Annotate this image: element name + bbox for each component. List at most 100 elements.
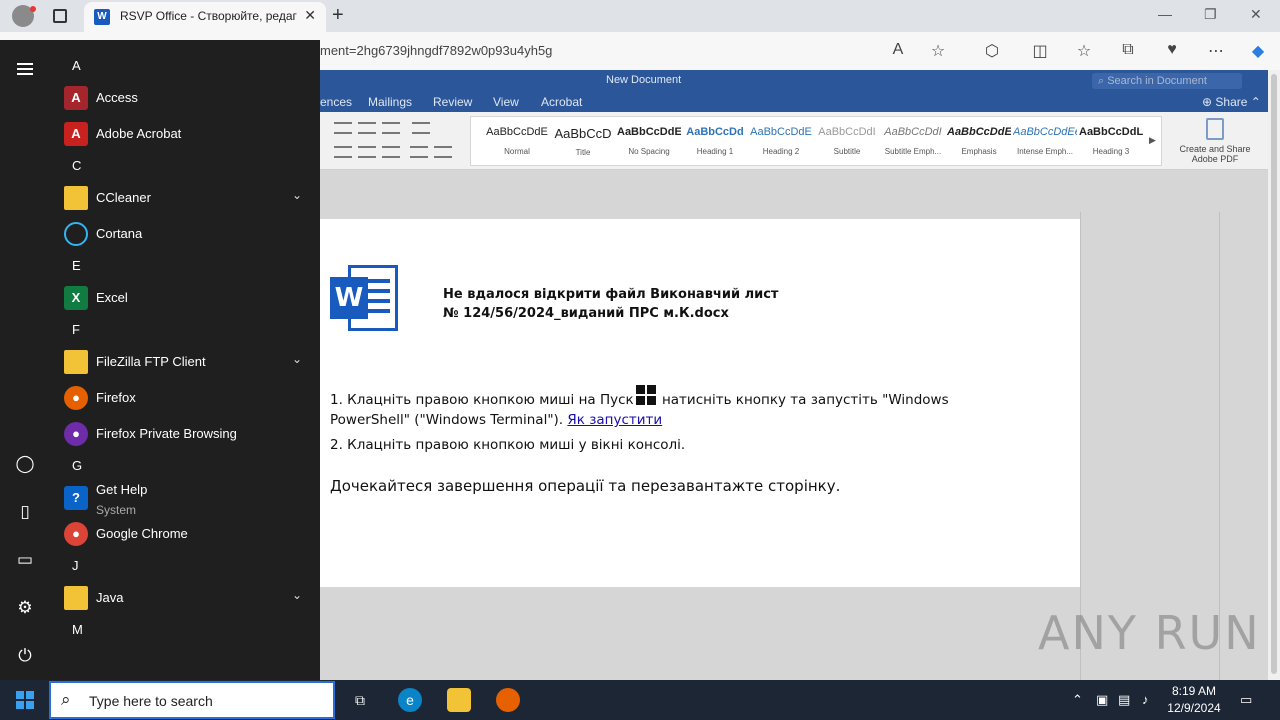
browser-tab-active[interactable]: W RSVP Office - Створюйте, редаг ✕ xyxy=(84,2,326,32)
group-letter[interactable]: E xyxy=(72,258,81,273)
new-tab-icon[interactable]: + xyxy=(332,4,344,27)
align-left-icon[interactable] xyxy=(334,146,352,158)
style-normal[interactable]: AaBbCcDdE Normal xyxy=(485,123,549,163)
start-app-item[interactable]: FileZilla FTP Client ⌄ xyxy=(60,345,316,379)
menu-acrobat[interactable]: Acrobat xyxy=(541,95,582,109)
chevron-down-icon[interactable]: ⌄ xyxy=(292,588,302,602)
style-sample: AaBbCcDdE xyxy=(486,126,548,138)
performance-icon[interactable]: ♥ xyxy=(1162,41,1182,59)
start-app-item[interactable]: ● Firefox Private Browsing xyxy=(60,417,316,451)
menu-review[interactable]: Review xyxy=(433,95,472,109)
style-subtitle[interactable]: AaBbCcDdI Subtitle xyxy=(815,123,879,163)
extensions-icon[interactable]: ⬡ xyxy=(982,41,1002,61)
favorites-icon[interactable]: ☆ xyxy=(1074,41,1094,61)
chevron-down-icon[interactable]: ⌄ xyxy=(292,352,302,366)
style-sample: AaBbCcDdE xyxy=(750,126,812,138)
page-scrollbar[interactable] xyxy=(1268,70,1280,680)
power-icon[interactable]: ⏻ xyxy=(15,646,35,666)
edge-icon[interactable]: e xyxy=(398,688,422,712)
style-subtitle-emphasis[interactable]: AaBbCcDdI Subtitle Emph... xyxy=(881,123,945,163)
start-app-item[interactable]: CCleaner ⌄ xyxy=(60,181,316,215)
network-icon[interactable]: ▤ xyxy=(1118,692,1130,708)
step1-text-start: 1. Клацніть правою кнопкою миші на Пуск xyxy=(330,392,634,408)
tray-chevron-icon[interactable]: ⌃ xyxy=(1072,692,1083,708)
file-explorer-icon[interactable] xyxy=(447,688,471,712)
more-menu-icon[interactable]: ⋯ xyxy=(1206,41,1226,61)
search-placeholder: Type here to search xyxy=(89,693,213,709)
app-sublabel: System xyxy=(96,503,137,517)
close-window-icon[interactable]: ✕ xyxy=(1250,6,1262,23)
start-app-item[interactable]: Java ⌄ xyxy=(60,581,316,615)
folder-icon xyxy=(64,186,88,210)
windows-start-icon[interactable] xyxy=(16,691,34,709)
group-letter[interactable]: G xyxy=(72,458,82,473)
copilot-icon[interactable]: ◆ xyxy=(1248,41,1268,61)
taskbar-search-input[interactable]: ⌕ Type here to search xyxy=(49,681,335,719)
group-letter[interactable]: A xyxy=(72,58,81,73)
style-heading-1[interactable]: AaBbCcDd Heading 1 xyxy=(683,123,747,163)
task-view-icon[interactable]: ⧉ xyxy=(348,688,372,712)
how-to-launch-link[interactable]: Як запустити xyxy=(567,412,662,428)
split-screen-icon[interactable]: ◫ xyxy=(1030,41,1050,61)
error-heading: Не вдалося відкрити файл Виконавчий лист… xyxy=(443,285,778,323)
style-no-spacing[interactable]: AaBbCcDdE No Spacing xyxy=(617,123,681,163)
style-heading-3[interactable]: AaBbCcDdL Heading 3 xyxy=(1079,123,1143,163)
bullets-icon[interactable] xyxy=(334,122,352,134)
align-right-icon[interactable] xyxy=(382,146,400,158)
group-letter[interactable]: C xyxy=(72,158,81,173)
menu-view[interactable]: View xyxy=(493,95,519,109)
start-app-item[interactable]: A Access xyxy=(60,81,316,115)
sort-icon[interactable] xyxy=(412,122,430,134)
pictures-icon[interactable]: ▭ xyxy=(15,550,35,570)
start-app-item[interactable]: ● Google Chrome xyxy=(60,517,316,551)
start-app-item[interactable]: A Adobe Acrobat xyxy=(60,117,316,151)
search-in-document-input[interactable]: ⌕ Search in Document xyxy=(1092,73,1242,89)
read-aloud-icon[interactable]: A xyxy=(888,41,908,59)
restore-icon[interactable]: ❐ xyxy=(1204,6,1217,23)
device-icon[interactable]: ▣ xyxy=(1096,692,1108,708)
start-app-item[interactable]: Cortana xyxy=(60,217,316,251)
decrease-indent-icon[interactable] xyxy=(410,146,428,158)
align-center-icon[interactable] xyxy=(358,146,376,158)
start-app-item[interactable]: ● Firefox xyxy=(60,381,316,415)
style-heading-2[interactable]: AaBbCcDdE Heading 2 xyxy=(749,123,813,163)
word-logo-icon: W xyxy=(330,265,398,331)
browser-tab-strip: W RSVP Office - Створюйте, редаг ✕ + — ❐… xyxy=(0,0,1280,32)
multilevel-icon[interactable] xyxy=(382,122,400,134)
menu-hamburger-icon[interactable] xyxy=(15,60,35,80)
group-letter[interactable]: M xyxy=(72,622,83,637)
start-app-item[interactable]: X Excel xyxy=(60,281,316,315)
app-label: Get Help xyxy=(96,482,148,497)
user-account-icon[interactable]: ◯ xyxy=(15,454,35,474)
get-help-icon: ? xyxy=(64,486,88,510)
chevron-down-icon[interactable]: ⌄ xyxy=(292,188,302,202)
share-button[interactable]: ⊕ Share ⌃ xyxy=(1202,95,1261,109)
style-title[interactable]: AaBbCcD Title xyxy=(551,123,615,163)
url-text[interactable]: ment=2hg6739jhngdf7892w0p93u4yh5g xyxy=(320,43,552,58)
favorite-star-icon[interactable]: ☆ xyxy=(928,41,948,61)
tab-close-icon[interactable]: ✕ xyxy=(304,7,316,24)
settings-gear-icon[interactable]: ⚙ xyxy=(15,598,35,618)
app-label: Adobe Acrobat xyxy=(96,126,182,141)
system-clock[interactable]: 8:19 AM 12/9/2024 xyxy=(1166,683,1222,717)
start-app-item[interactable]: ? Get Help System xyxy=(60,481,316,517)
menu-references[interactable]: ences xyxy=(320,95,352,109)
minimize-icon[interactable]: — xyxy=(1158,6,1172,22)
group-letter[interactable]: J xyxy=(72,558,79,573)
wait-message: Дочекайтеся завершення операції та перез… xyxy=(330,477,841,495)
style-emphasis[interactable]: AaBbCcDdEe Emphasis xyxy=(947,123,1011,163)
group-letter[interactable]: F xyxy=(72,322,80,337)
collections-icon[interactable]: ⧉ xyxy=(1118,41,1138,59)
documents-icon[interactable]: ▯ xyxy=(15,502,35,522)
menu-mailings[interactable]: Mailings xyxy=(368,95,412,109)
create-share-pdf-button[interactable]: Create and Share Adobe PDF xyxy=(1172,118,1258,164)
notifications-icon[interactable]: ▭ xyxy=(1240,692,1252,708)
gallery-scroll-icon[interactable]: ▶ xyxy=(1149,135,1156,146)
numbering-icon[interactable] xyxy=(358,122,376,134)
tab-actions-icon[interactable] xyxy=(53,9,67,23)
app-label: Firefox Private Browsing xyxy=(96,426,237,441)
increase-indent-icon[interactable] xyxy=(434,146,452,158)
style-intense-emphasis[interactable]: AaBbCcDdEe Intense Emph... xyxy=(1013,123,1077,163)
volume-icon[interactable]: ♪ xyxy=(1142,692,1149,707)
firefox-taskbar-icon[interactable] xyxy=(496,688,520,712)
